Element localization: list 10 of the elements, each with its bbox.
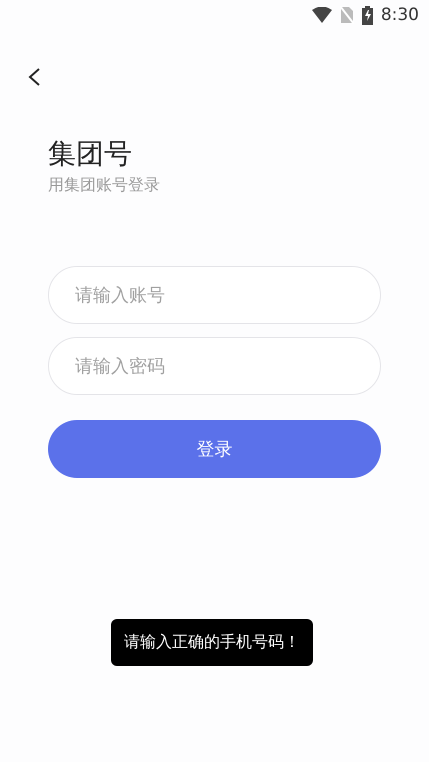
- login-button[interactable]: 登录: [48, 420, 381, 478]
- toast-message: 请输入正确的手机号码！: [111, 619, 313, 666]
- wifi-icon: [312, 7, 332, 23]
- password-field[interactable]: 请输入密码: [48, 337, 381, 395]
- page-subtitle: 用集团账号登录: [48, 175, 161, 196]
- battery-charging-icon: [362, 6, 373, 24]
- page-title: 集团号: [48, 137, 133, 171]
- status-time: 8:30: [380, 5, 419, 25]
- account-field[interactable]: 请输入账号: [48, 266, 381, 324]
- no-sim-icon: [340, 6, 354, 24]
